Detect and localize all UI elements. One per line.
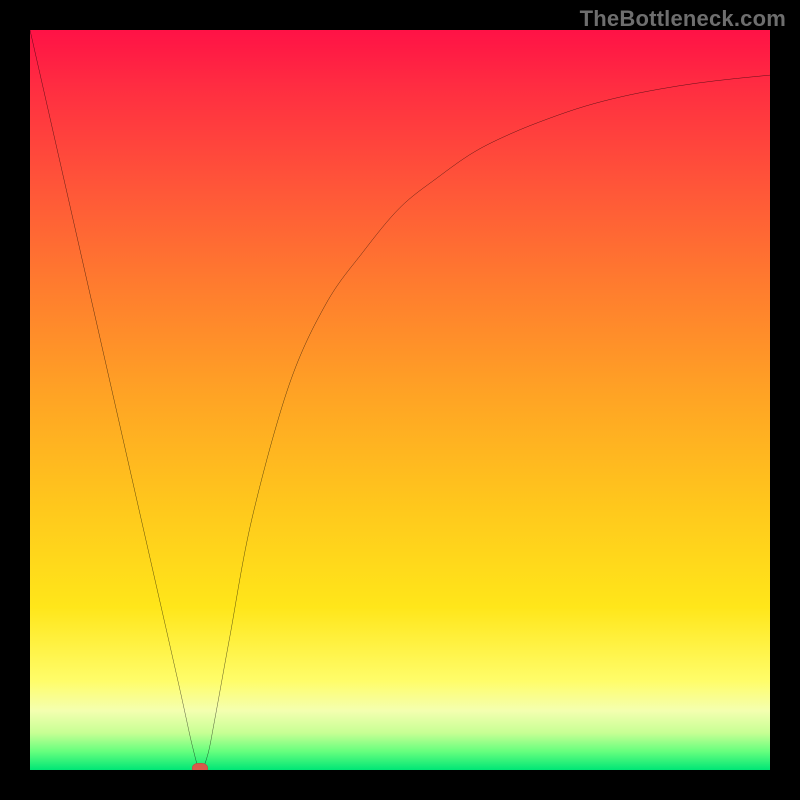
plot-area [30, 30, 770, 770]
watermark-text: TheBottleneck.com [580, 6, 786, 32]
optimum-marker [192, 763, 208, 770]
bottleneck-curve [30, 30, 770, 770]
chart-frame: TheBottleneck.com [0, 0, 800, 800]
